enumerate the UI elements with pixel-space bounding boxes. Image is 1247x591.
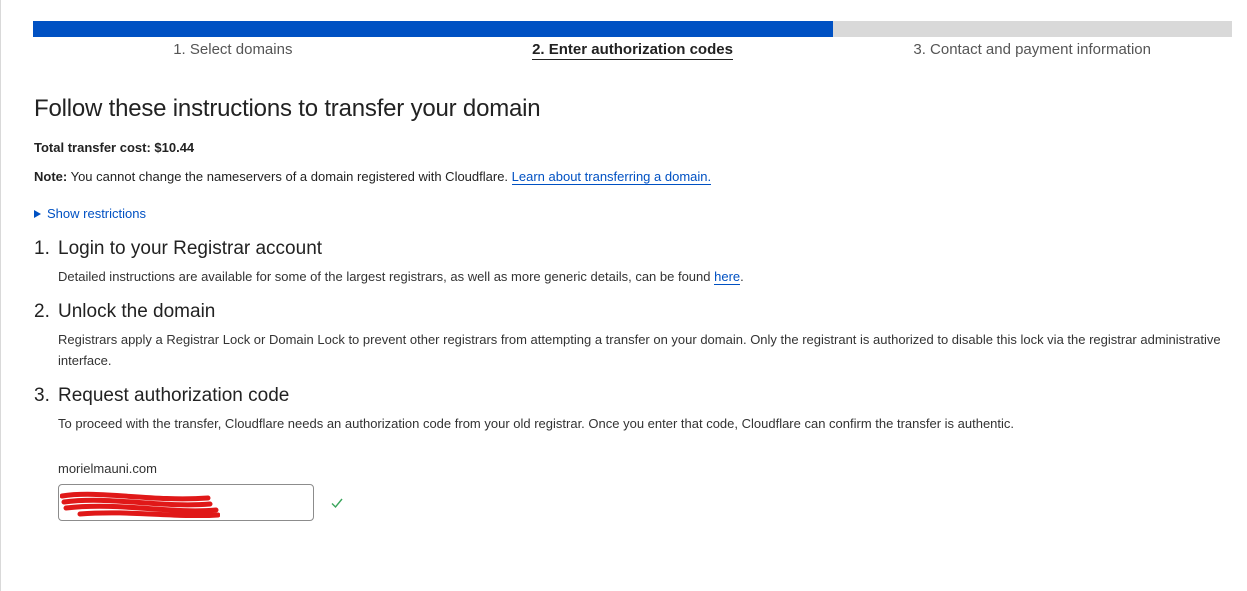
auth-code-field [58,484,314,521]
step-contact-payment[interactable]: 3. Contact and payment information [832,37,1232,58]
step-label: 3. Contact and payment information [913,41,1151,58]
auth-code-row [58,484,1229,521]
show-restrictions-label: Show restrictions [47,206,146,221]
section-title: Login to your Registrar account [58,238,323,259]
section-login-registrar: 1. Login to your Registrar account Detail… [34,238,1229,287]
section-title: Request authorization code [58,385,290,406]
section-request-auth-code: 3. Request authorization code To proceed … [34,385,1229,434]
section-number: 2. [34,301,50,322]
here-link[interactable]: here [714,269,741,285]
note: Note: You cannot change the nameservers … [34,169,1229,185]
main-content: Follow these instructions to transfer yo… [34,95,1229,521]
section-number: 3. [34,385,50,406]
domain-name-label: morielmauni.com [58,461,157,476]
progress-stepper: 1. Select domains 2. Enter authorization… [33,21,1232,60]
caret-right-icon [34,209,41,218]
step-enter-authorization-codes[interactable]: 2. Enter authorization codes [433,37,833,60]
section-heading: 1. Login to your Registrar account [34,238,1229,260]
progress-bar [33,21,1232,37]
total-transfer-cost: Total transfer cost: $10.44 [34,140,195,155]
progress-bar-fill [33,21,833,37]
section-body-end: . [740,269,744,284]
page: 1. Select domains 2. Enter authorization… [0,0,1247,591]
section-body: Detailed instructions are available for … [58,266,1229,287]
section-body-text: Detailed instructions are available for … [58,269,715,284]
section-number: 1. [34,238,50,259]
auth-code-input[interactable] [58,484,314,521]
note-label: Note: [34,169,68,184]
step-select-domains[interactable]: 1. Select domains [33,37,433,58]
step-label: 1. Select domains [173,41,293,58]
section-title: Unlock the domain [58,301,216,322]
section-heading: 2. Unlock the domain [34,301,1229,323]
show-restrictions-toggle[interactable]: Show restrictions [34,206,1229,221]
step-list: 1. Select domains 2. Enter authorization… [33,37,1232,60]
page-title: Follow these instructions to transfer yo… [34,95,541,122]
section-unlock-domain: 2. Unlock the domain Registrars apply a R… [34,301,1229,371]
section-body: To proceed with the transfer, Cloudflare… [58,416,1015,431]
section-body: Registrars apply a Registrar Lock or Dom… [58,332,1221,368]
learn-transfer-link[interactable]: Learn about transferring a domain. [511,169,712,185]
step-label: 2. Enter authorization codes [532,41,733,60]
check-icon [331,498,343,508]
note-text: You cannot change the nameservers of a d… [67,169,512,184]
section-heading: 3. Request authorization code [34,385,1229,407]
